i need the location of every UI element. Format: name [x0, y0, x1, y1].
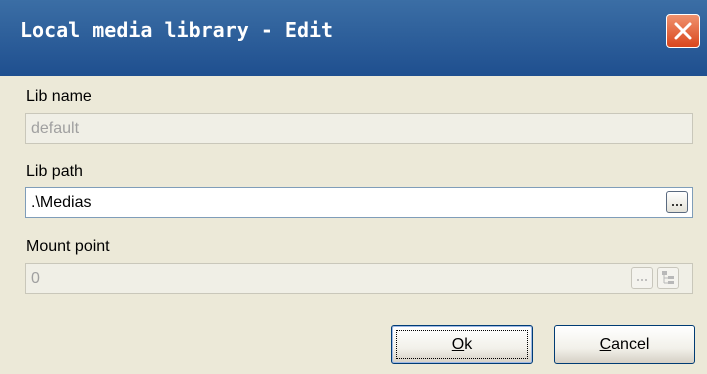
cancel-label-rest: ancel [611, 336, 650, 353]
lib-name-label: Lib name [26, 88, 92, 105]
mount-point-tree-button [657, 267, 679, 289]
mount-point-label: Mount point [26, 238, 110, 255]
cancel-mnemonic: C [599, 336, 612, 353]
dialog-body: Lib name default Lib path .\Medias Mount… [0, 76, 707, 374]
cancel-button[interactable]: Cancel [554, 325, 695, 364]
lib-path-field[interactable]: .\Medias [25, 187, 693, 218]
close-icon [674, 22, 692, 40]
lib-name-value: default [31, 120, 80, 137]
mount-point-field: 0 [25, 263, 693, 294]
window-title: Local media library - Edit [20, 18, 334, 42]
ok-label-rest: k [464, 336, 473, 353]
ok-button[interactable]: Ok [391, 325, 533, 364]
edit-dialog: Local media library - Edit Lib name defa… [0, 0, 707, 374]
mount-point-browse-button [631, 267, 653, 289]
title-bar[interactable]: Local media library - Edit [0, 0, 707, 76]
ellipsis-icon [672, 204, 682, 206]
mount-point-value: 0 [31, 270, 40, 287]
lib-path-label: Lib path [26, 163, 83, 180]
ellipsis-icon [637, 279, 647, 281]
ok-mnemonic: O [451, 336, 465, 353]
close-button[interactable] [666, 14, 700, 48]
tree-icon [662, 271, 674, 284]
lib-path-browse-button[interactable] [666, 191, 688, 213]
lib-name-field: default [25, 113, 693, 144]
lib-path-value: .\Medias [31, 194, 92, 211]
